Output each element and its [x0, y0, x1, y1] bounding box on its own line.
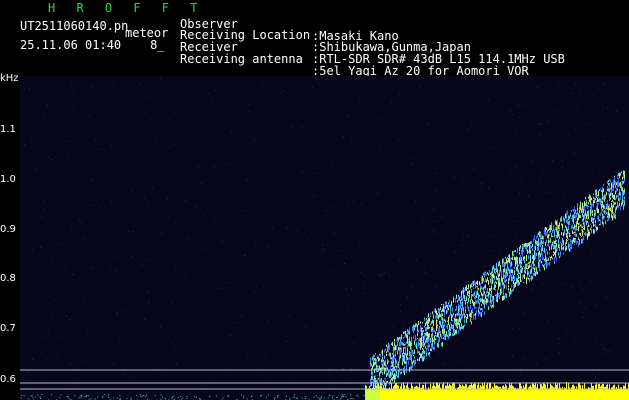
background-noise [20, 76, 628, 387]
meta-receiver: Receiver :RTL-SDR SDR# 43dB L15 114.1MHz… [180, 29, 565, 65]
meta-antenna: Receiving antenna :5el Yagi Az 20 for Ao… [180, 41, 529, 77]
meta-location: Receiving Location :Shibukawa,Gunma,Japa… [180, 17, 471, 53]
meta-key: Receiving antenna [180, 52, 303, 66]
hroft-spectrogram-window: H R O F F T UT2511060140.pn meteor 25.11… [0, 0, 629, 400]
image-datetime: 25.11.06 01:40 8_ [20, 39, 165, 51]
y-axis-label: 0.8 [0, 273, 16, 284]
spectrogram-canvas [20, 76, 629, 400]
y-axis-label: 0.9 [0, 224, 16, 235]
extra-text: 8_ [150, 38, 165, 52]
y-axis-label: 0.6 [0, 374, 16, 385]
frequency-unit-label: kHz [0, 73, 19, 84]
image-filename: UT2511060140.pn [20, 19, 129, 33]
datetime-text: 25.11.06 01:40 [20, 38, 122, 52]
meteor-trace [370, 170, 625, 397]
y-axis-label: 1.0 [0, 174, 16, 185]
y-axis-label: 0.7 [0, 323, 16, 334]
signal-band [20, 382, 629, 400]
y-axis-label: 1.1 [0, 124, 16, 135]
spectrogram-plot [20, 76, 629, 400]
